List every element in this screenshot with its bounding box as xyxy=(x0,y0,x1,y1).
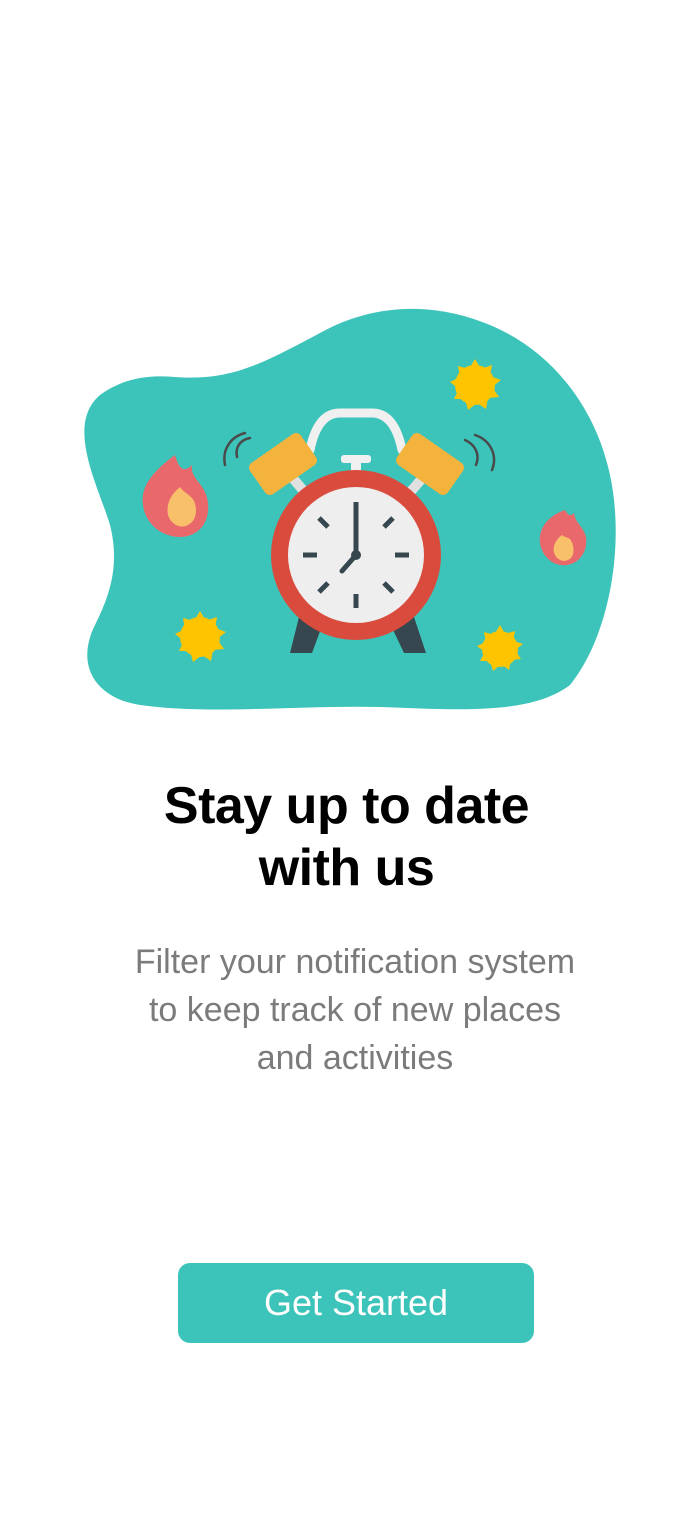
description-line-3: and activities xyxy=(256,1039,454,1077)
page-title: Stay up to date with us xyxy=(0,775,693,899)
title-line-2: with us xyxy=(258,839,435,897)
get-started-button[interactable]: Get Started xyxy=(178,1263,534,1343)
title-line-1: Stay up to date xyxy=(163,777,530,835)
page-description: Filter your notification system to keep … xyxy=(90,938,620,1082)
description-line-1: Filter your notification system xyxy=(134,943,576,981)
description-line-2: to keep track of new places xyxy=(148,991,561,1029)
alarm-clock-illustration xyxy=(84,308,616,710)
